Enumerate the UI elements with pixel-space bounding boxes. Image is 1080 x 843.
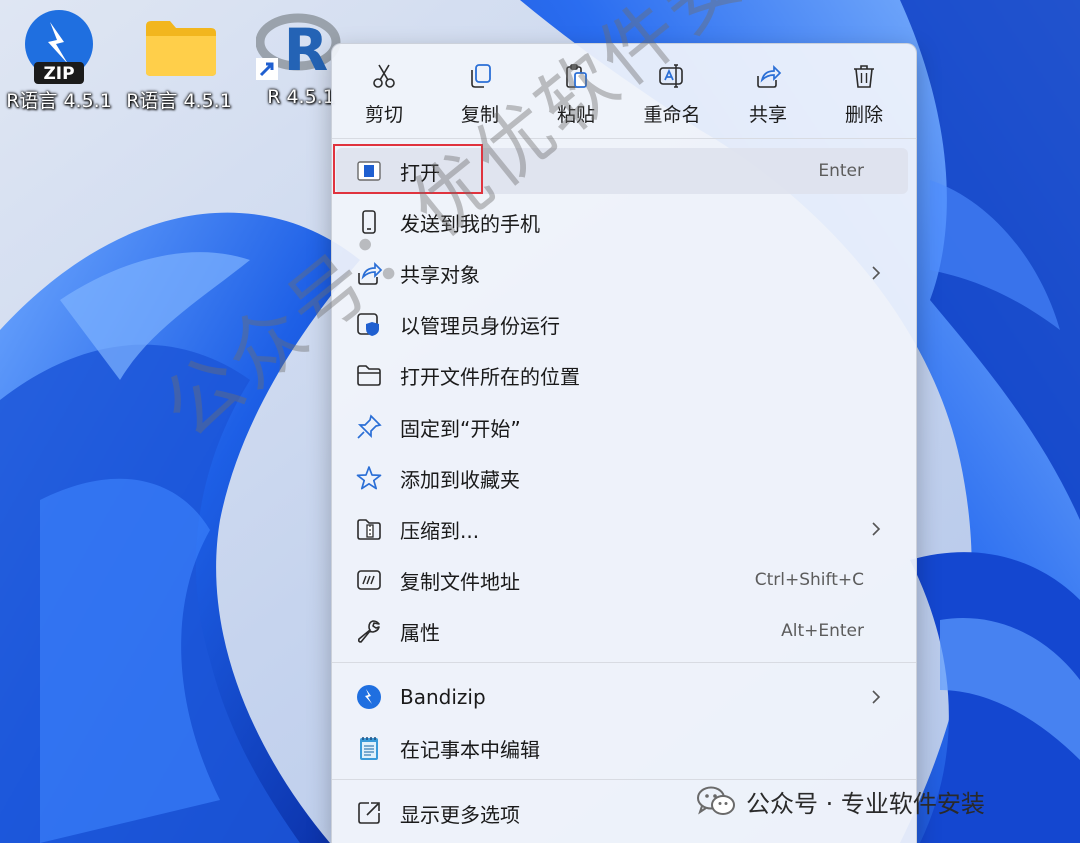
menu-item-shortcut: Enter bbox=[818, 161, 864, 181]
star-icon bbox=[354, 463, 384, 493]
copy-label: 复制 bbox=[460, 104, 499, 126]
chevron-right-icon bbox=[872, 690, 881, 704]
menu-item-label: 属性 bbox=[400, 620, 440, 645]
menu-separator bbox=[332, 779, 916, 780]
menu-item-label: 以管理员身份运行 bbox=[400, 313, 560, 338]
menu-item-label: 复制文件地址 bbox=[400, 569, 520, 594]
menu-item-label: 显示更多选项 bbox=[400, 802, 520, 827]
menu-item-label: 打开文件所在的位置 bbox=[400, 364, 580, 389]
share-icon bbox=[757, 64, 782, 88]
cut-label: 剪切 bbox=[364, 104, 403, 126]
phone-icon bbox=[354, 207, 384, 237]
credit-text: 公众号 · 专业软件安装 bbox=[746, 789, 985, 818]
paste-icon bbox=[566, 64, 587, 88]
menu-item-label: 压缩到... bbox=[400, 518, 480, 543]
scissors-icon bbox=[373, 64, 395, 88]
menu-separator bbox=[332, 662, 916, 663]
bandizip-icon bbox=[354, 682, 384, 712]
menu-item-compress-to[interactable]: 压缩到... bbox=[336, 506, 908, 552]
menu-item-label: 固定到“开始” bbox=[400, 416, 521, 441]
menu-item-bandizip[interactable]: Bandizip bbox=[336, 674, 908, 720]
menu-item-open[interactable]: 打开 Enter bbox=[336, 148, 908, 194]
menu-item-label: 打开 bbox=[400, 160, 440, 185]
desktop-icon-folder[interactable]: R语言 4.5.1 bbox=[124, 8, 234, 113]
rename-button[interactable]: 重命名 bbox=[624, 56, 720, 132]
menu-item-pin-to-start[interactable]: 固定到“开始” bbox=[336, 404, 908, 450]
desktop-icon-label: R语言 4.5.1 bbox=[126, 90, 232, 112]
menu-item-label: 发送到我的手机 bbox=[400, 211, 540, 236]
menu-item-edit-in-notepad[interactable]: 在记事本中编辑 bbox=[336, 725, 908, 771]
delete-label: 删除 bbox=[844, 104, 883, 126]
share-icon bbox=[354, 258, 384, 288]
credit-banner: 公众号 · 专业软件安装 bbox=[696, 784, 985, 818]
desktop-icon-label: R语言 4.5.1 bbox=[6, 90, 112, 112]
notepad-icon bbox=[354, 733, 384, 763]
zip-archive-icon bbox=[354, 514, 384, 544]
menu-separator bbox=[332, 138, 916, 139]
menu-item-send-to-phone[interactable]: 发送到我的手机 bbox=[336, 199, 908, 245]
menu-item-label: 在记事本中编辑 bbox=[400, 737, 540, 762]
admin-shield-icon bbox=[354, 309, 384, 339]
menu-item-properties[interactable]: 属性 Alt+Enter bbox=[336, 608, 908, 654]
share-button[interactable]: 共享 bbox=[720, 56, 816, 132]
share-label: 共享 bbox=[748, 104, 787, 126]
delete-button[interactable]: 删除 bbox=[816, 56, 912, 132]
svg-text:R: R bbox=[284, 16, 329, 84]
menu-item-open-file-location[interactable]: 打开文件所在的位置 bbox=[336, 352, 908, 398]
menu-item-run-as-admin[interactable]: 以管理员身份运行 bbox=[336, 301, 908, 347]
context-menu-quick-actions: 剪切 复制 粘贴 重命名 共享 删除 bbox=[336, 56, 912, 132]
menu-item-share-with[interactable]: 共享对象 bbox=[336, 250, 908, 296]
copy-icon bbox=[471, 64, 491, 88]
rename-label: 重命名 bbox=[643, 104, 701, 126]
menu-item-label: 添加到收藏夹 bbox=[400, 467, 520, 492]
wrench-icon bbox=[354, 616, 384, 646]
menu-item-shortcut: Alt+Enter bbox=[781, 621, 864, 641]
copy-path-icon bbox=[354, 565, 384, 595]
menu-item-label: Bandizip bbox=[400, 685, 486, 709]
desktop-icon-zip[interactable]: ZIP R语言 4.5.1 bbox=[4, 8, 114, 113]
chevron-right-icon bbox=[872, 266, 881, 280]
pin-icon bbox=[354, 412, 384, 442]
menu-item-shortcut: Ctrl+Shift+C bbox=[754, 570, 864, 590]
paste-button[interactable]: 粘贴 bbox=[528, 56, 624, 132]
rename-icon bbox=[659, 64, 683, 88]
menu-item-label: 共享对象 bbox=[400, 262, 480, 287]
bandizip-zip-icon: ZIP bbox=[25, 10, 93, 84]
more-options-icon bbox=[354, 798, 384, 828]
chevron-right-icon bbox=[872, 522, 881, 536]
copy-button[interactable]: 复制 bbox=[432, 56, 528, 132]
cut-button[interactable]: 剪切 bbox=[336, 56, 432, 132]
paste-label: 粘贴 bbox=[556, 104, 595, 126]
menu-item-add-to-favorites[interactable]: 添加到收藏夹 bbox=[336, 455, 908, 501]
open-app-icon bbox=[354, 156, 384, 186]
svg-text:ZIP: ZIP bbox=[43, 64, 74, 84]
folder-outline-icon bbox=[354, 360, 384, 390]
trash-icon bbox=[854, 65, 874, 88]
context-menu: 剪切 复制 粘贴 重命名 共享 删除 打开 Enter 发送到我的手机 共享对象… bbox=[331, 43, 917, 843]
menu-item-copy-as-path[interactable]: 复制文件地址 Ctrl+Shift+C bbox=[336, 557, 908, 603]
wechat-icon bbox=[697, 786, 735, 815]
folder-icon bbox=[146, 21, 216, 76]
